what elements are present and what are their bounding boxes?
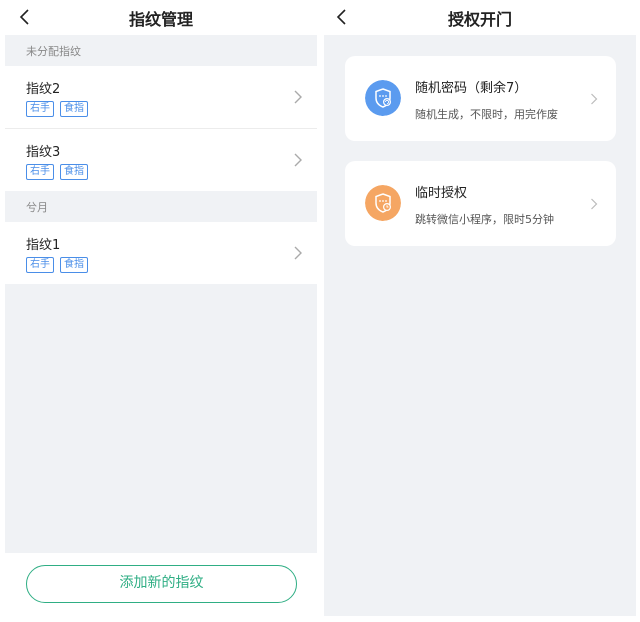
card-subtitle: 随机生成，不限时，用完作废 (415, 108, 558, 121)
finger-tag: 食指 (60, 257, 88, 273)
navbar: 指纹管理 (5, 0, 317, 35)
hand-tag: 右手 (26, 101, 54, 117)
chevron-right-icon (294, 246, 302, 260)
chevron-right-icon (294, 153, 302, 167)
finger-tag: 食指 (60, 164, 88, 180)
fingerprint-row[interactable]: 指纹2 右手 食指 (5, 66, 317, 128)
card-title: 随机密码（剩余7） (415, 81, 528, 96)
bottom-bar: 添加新的指纹 (5, 553, 317, 622)
section-header-unassigned: 未分配指纹 (5, 35, 317, 65)
shield-key-icon (365, 80, 401, 116)
random-password-card[interactable]: 随机密码（剩余7） 随机生成，不限时，用完作废 (345, 56, 616, 141)
shield-clock-icon (365, 185, 401, 221)
navbar: 授权开门 (324, 0, 636, 35)
add-fingerprint-button[interactable]: 添加新的指纹 (26, 565, 297, 603)
fingerprint-row[interactable]: 指纹1 右手 食指 (5, 222, 317, 284)
section-header-label: 兮月 (26, 201, 48, 214)
finger-tag: 食指 (60, 101, 88, 117)
hand-tag: 右手 (26, 164, 54, 180)
section-header-label: 未分配指纹 (26, 45, 81, 58)
hand-tag: 右手 (26, 257, 54, 273)
chevron-right-icon (294, 90, 302, 104)
chevron-right-icon (591, 93, 598, 105)
chevron-right-icon (591, 198, 598, 210)
fingerprint-name: 指纹1 (26, 238, 61, 253)
card-subtitle: 跳转微信小程序，限时5分钟 (415, 213, 554, 226)
fingerprint-name: 指纹2 (26, 82, 61, 97)
temporary-authorization-card[interactable]: 临时授权 跳转微信小程序，限时5分钟 (345, 161, 616, 246)
authorize-unlock-screen: 授权开门 随机密码（剩余7） 随机生成，不限时，用完作废 临时授权 跳转微信小程… (324, 0, 636, 622)
fingerprint-management-screen: 指纹管理 未分配指纹 指纹2 右手 食指 指纹3 右手 食指 兮月 指纹1 右手… (5, 0, 317, 622)
page-title: 指纹管理 (128, 10, 193, 29)
fingerprint-row[interactable]: 指纹3 右手 食指 (5, 129, 317, 191)
fingerprint-name: 指纹3 (26, 145, 61, 160)
section-header-user: 兮月 (5, 191, 317, 221)
card-title: 临时授权 (415, 186, 468, 201)
page-title: 授权开门 (447, 10, 512, 29)
